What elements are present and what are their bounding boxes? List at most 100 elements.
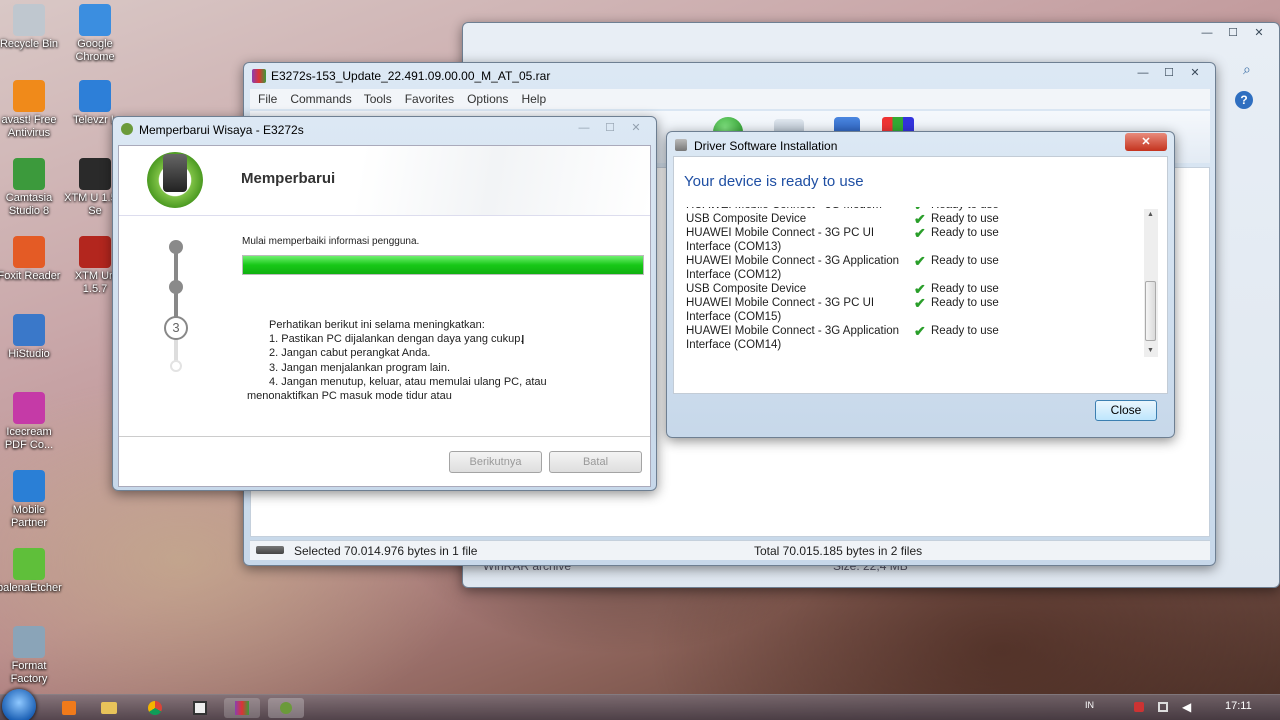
- minimize-icon[interactable]: —: [1195, 24, 1219, 41]
- start-button[interactable]: [2, 689, 36, 720]
- scroll-thumb[interactable]: [1145, 281, 1156, 341]
- device-name: HUAWEI Mobile Connect - 3G PC UI Interfa…: [686, 227, 875, 253]
- menu-tools[interactable]: Tools: [357, 89, 399, 109]
- app-icon: [79, 158, 111, 190]
- maximize-icon[interactable]: ☐: [598, 119, 622, 136]
- notice-title: Perhatikan berikut ini selama meningkatk…: [269, 319, 485, 331]
- device-status: Ready to use: [931, 297, 999, 309]
- desktop-icon-label: Recycle Bin: [0, 38, 59, 50]
- desktop-icon[interactable]: Foxit Reader: [0, 236, 61, 283]
- scroll-up-icon[interactable]: ▲: [1147, 211, 1154, 218]
- winrar-icon: [252, 69, 266, 83]
- desktop-icon[interactable]: Mobile Partner: [0, 470, 61, 530]
- notice-item: 2. Jangan cabut perangkat Anda.: [269, 347, 431, 360]
- app-icon: [79, 236, 111, 268]
- notice-item: 3. Jangan menjalankan program lain.: [269, 361, 451, 374]
- scroll-down-icon[interactable]: ▼: [1147, 347, 1154, 354]
- device-status: Ready to use: [931, 227, 999, 239]
- menu-file[interactable]: File: [250, 89, 285, 109]
- app-icon: [13, 158, 45, 190]
- device-name: USB Composite Device: [686, 213, 807, 225]
- desktop-icon[interactable]: Format Factory: [0, 626, 61, 686]
- menu-commands[interactable]: Commands: [285, 89, 356, 109]
- device-name: HUAWEI Mobile Connect - 3G Application I…: [686, 325, 900, 351]
- desktop-icon[interactable]: balenaEtcher: [0, 548, 62, 595]
- status-total: Total 70.015.185 bytes in 2 files: [754, 544, 923, 558]
- desktop-icon[interactable]: Camtasia Studio 8: [0, 158, 61, 218]
- menu-help[interactable]: Help: [515, 89, 552, 109]
- device-status: Ready to use: [931, 325, 999, 337]
- checkmark-icon: ✔: [914, 295, 926, 311]
- app-icon: [13, 626, 45, 658]
- minimize-icon[interactable]: —: [572, 119, 596, 136]
- device-name: USB Composite Device: [686, 283, 807, 295]
- wizard-header: Memperbarui: [119, 146, 650, 216]
- cancel-button[interactable]: Batal: [549, 451, 642, 473]
- checkmark-icon: ✔: [914, 211, 926, 227]
- search-icon[interactable]: ⌕: [1243, 61, 1251, 78]
- notice-continued: menonaktifkan PC masuk mode tidur atau: [247, 390, 452, 403]
- close-button[interactable]: Close: [1095, 400, 1157, 421]
- menu-favorites[interactable]: Favorites: [399, 89, 460, 109]
- mobile-partner-task-icon[interactable]: [268, 698, 304, 718]
- step-dot-4: [170, 360, 182, 372]
- app-icon: [13, 314, 45, 346]
- tray-volume-icon[interactable]: ◀: [1182, 700, 1191, 714]
- desktop-icon-label: Camtasia Studio 8: [5, 192, 53, 217]
- progress-bar: [242, 255, 644, 275]
- footer-divider: [119, 436, 650, 437]
- desktop-icon[interactable]: Icecream PDF Co...: [0, 392, 61, 452]
- camtasia-icon[interactable]: [182, 698, 218, 718]
- winrar-title: E3272s-153_Update_22.491.09.00.00_M_AT_0…: [271, 69, 551, 83]
- desktop-icon[interactable]: Recycle Bin: [0, 4, 61, 51]
- driver-icon: [675, 139, 687, 151]
- app-icon: [79, 4, 111, 36]
- maximize-icon[interactable]: ☐: [1221, 24, 1245, 41]
- desktop-icon-label: balenaEtcher: [0, 582, 62, 594]
- desktop-icon-label: Format Factory: [10, 660, 48, 685]
- desktop-icon-label: HiStudio: [8, 348, 50, 360]
- chrome-icon[interactable]: [137, 698, 173, 718]
- status-bar: Selected 70.014.976 bytes in 1 file Tota…: [250, 540, 1210, 560]
- driver-close-x-button[interactable]: ✕: [1125, 133, 1167, 151]
- device-name: HUAWEI Mobile Connect - 3G PC UI Interfa…: [686, 297, 875, 323]
- language-indicator[interactable]: IN: [1085, 700, 1094, 710]
- wizard-icon: [121, 123, 133, 135]
- close-icon[interactable]: ✕: [624, 119, 648, 136]
- help-icon[interactable]: ?: [1235, 91, 1253, 109]
- step-track: [174, 246, 178, 370]
- winrar-task-icon[interactable]: [224, 698, 260, 718]
- tray-network-icon[interactable]: [1158, 702, 1168, 712]
- desktop-icon[interactable]: avast! Free Antivirus: [0, 80, 61, 140]
- driver-dialog: Driver Software Installation ✕ Your devi…: [666, 131, 1175, 438]
- tray-flag-icon[interactable]: [1134, 702, 1144, 712]
- device-scrollbar[interactable]: ▲ ▼: [1144, 209, 1158, 357]
- step-current: 3: [164, 316, 188, 340]
- app-icon: [13, 470, 45, 502]
- wizard-heading: Memperbarui: [241, 170, 336, 187]
- app-icon: [13, 548, 45, 580]
- clock[interactable]: 17:11: [1225, 700, 1252, 712]
- notice-block: Perhatikan berikut ini selama meningkatk…: [247, 318, 627, 403]
- menu-options[interactable]: Options: [460, 89, 515, 109]
- desktop-icon-label: Icecream PDF Co...: [4, 426, 54, 451]
- driver-content: Your device is ready to use HUAWEI Mobil…: [673, 156, 1168, 394]
- progress-fill: [243, 256, 643, 274]
- desktop-icon-label: Google Chrome: [75, 38, 115, 63]
- step-dot-1: [169, 240, 183, 254]
- media-player-icon[interactable]: [51, 698, 87, 718]
- explorer-icon[interactable]: [91, 698, 127, 718]
- desktop-icon[interactable]: HiStudio: [0, 314, 61, 361]
- next-button[interactable]: Berikutnya: [449, 451, 542, 473]
- desktop-icon[interactable]: Google Chrome: [63, 4, 127, 64]
- app-icon: [13, 80, 45, 112]
- notice-item: 1. Pastikan PC dijalankan dengan daya ya…: [269, 333, 524, 346]
- minimize-icon[interactable]: —: [1131, 64, 1155, 81]
- step-dot-2: [169, 280, 183, 294]
- wizard-title: Memperbarui Wisaya - E3272s: [139, 123, 304, 137]
- app-icon: [13, 4, 45, 36]
- maximize-icon[interactable]: ☐: [1157, 64, 1181, 81]
- close-icon[interactable]: ✕: [1247, 24, 1271, 41]
- close-icon[interactable]: ✕: [1183, 64, 1207, 81]
- menu-bar: File Commands Tools Favorites Options He…: [250, 89, 1210, 109]
